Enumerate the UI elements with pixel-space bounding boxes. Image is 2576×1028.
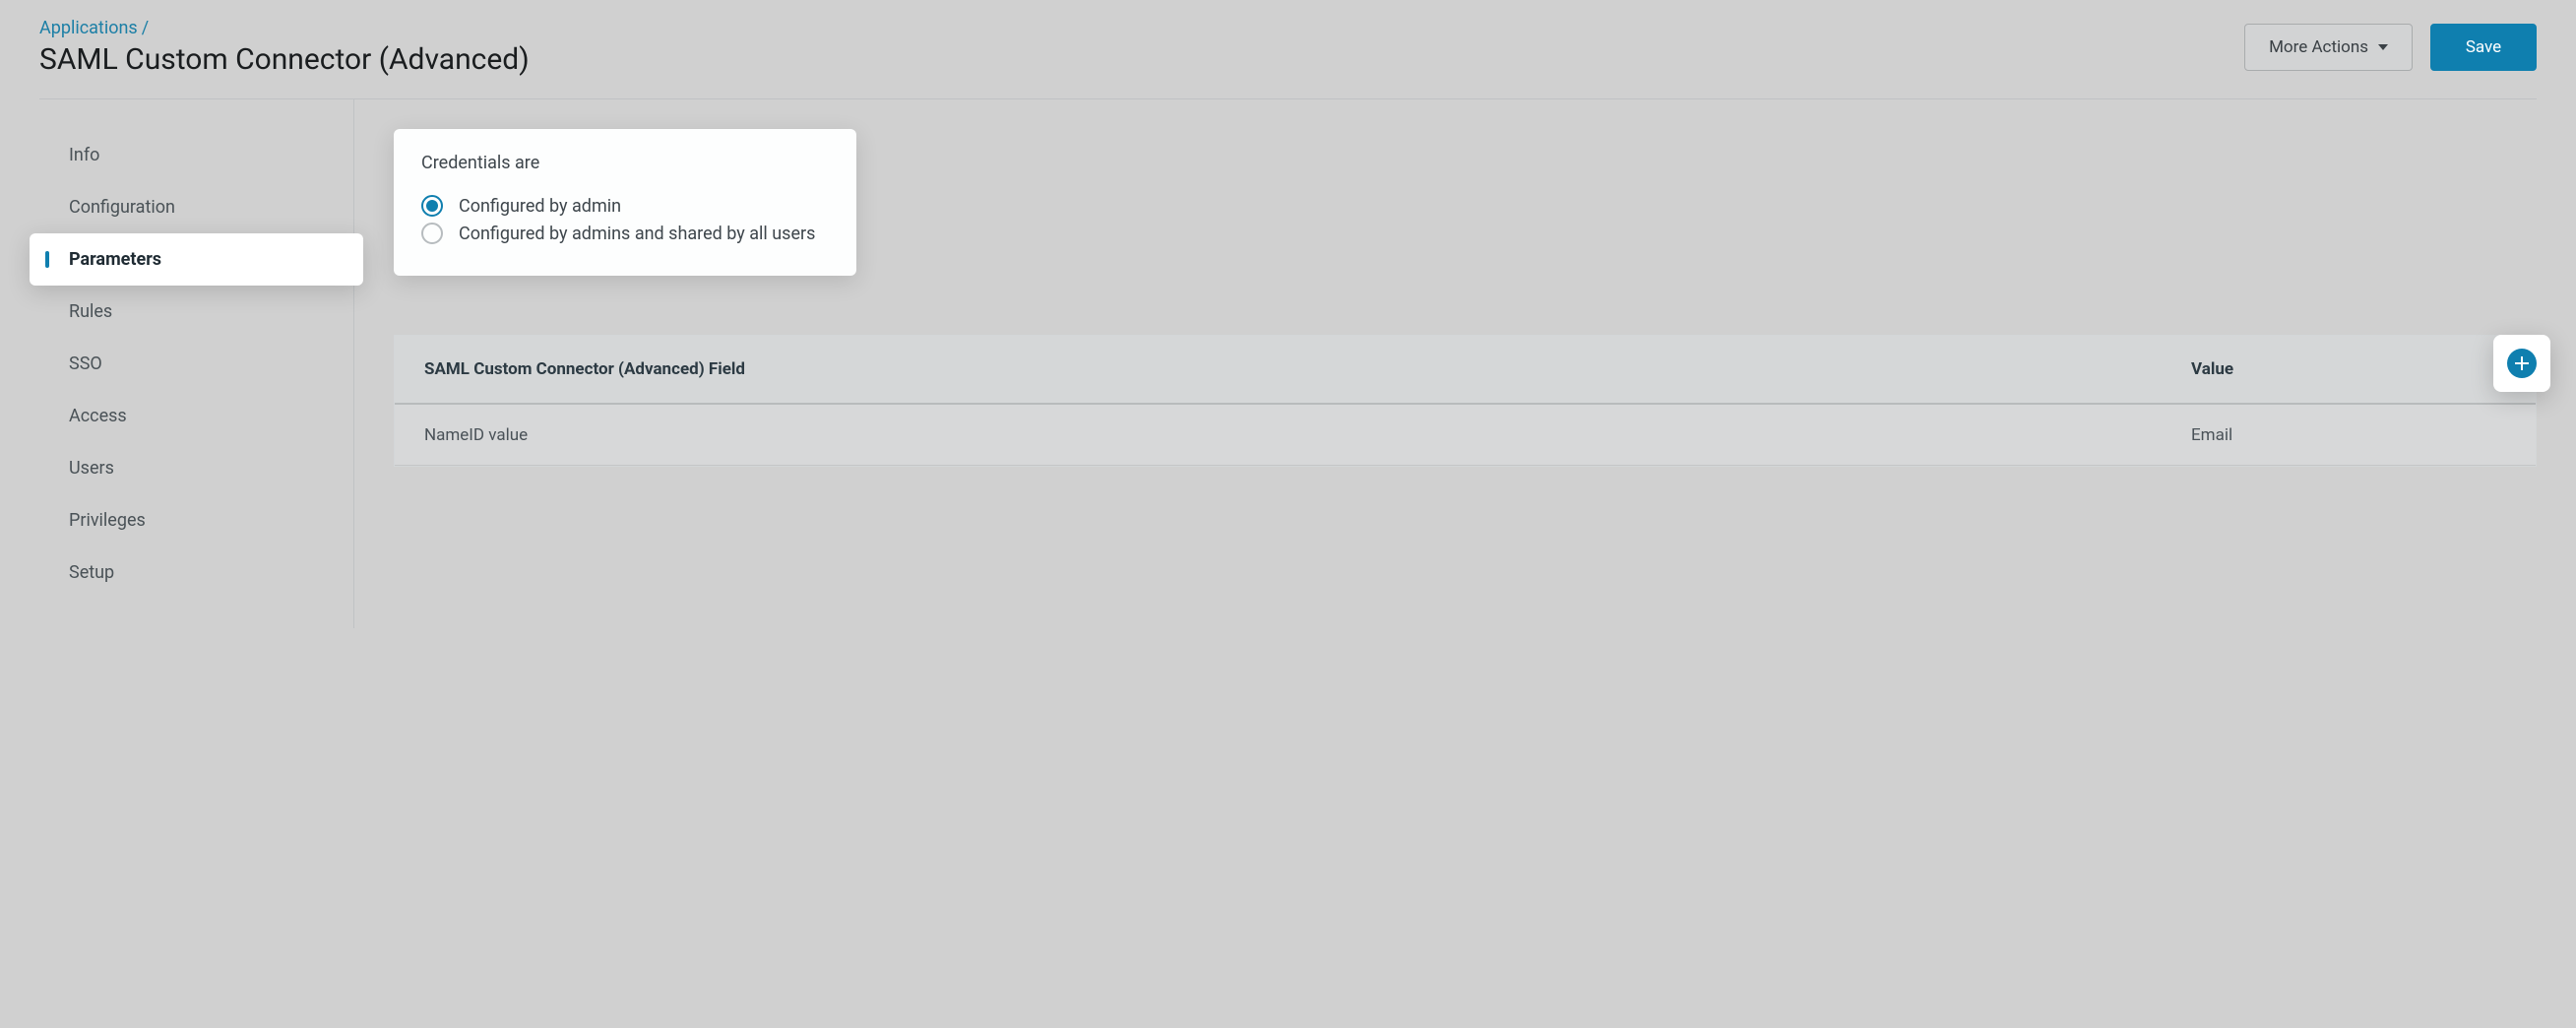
table-row[interactable]: NameID valueEmail <box>395 405 2536 466</box>
sidebar-item-label: Users <box>69 458 114 479</box>
radio-inner-dot <box>426 200 438 212</box>
radio-button[interactable] <box>421 223 443 244</box>
add-parameter-badge <box>2493 335 2550 392</box>
parameters-table: SAML Custom Connector (Advanced) Field V… <box>394 335 2537 467</box>
sidebar-item-label: Rules <box>69 301 112 322</box>
add-parameter-button[interactable] <box>2507 349 2537 378</box>
sidebar-item-label: SSO <box>69 353 102 374</box>
credentials-option-1[interactable]: Configured by admins and shared by all u… <box>421 223 829 244</box>
sidebar-item-label: Configuration <box>69 197 175 218</box>
sidebar-item-sso[interactable]: SSO <box>39 338 353 390</box>
save-label: Save <box>2466 37 2501 57</box>
radio-button[interactable] <box>421 195 443 217</box>
sidebar-item-configuration[interactable]: Configuration <box>39 181 353 233</box>
sidebar-item-parameters[interactable]: Parameters <box>30 233 363 286</box>
sidebar-item-rules[interactable]: Rules <box>39 286 353 338</box>
breadcrumb-parent[interactable]: Applications <box>39 18 138 38</box>
save-button[interactable]: Save <box>2430 24 2537 71</box>
col-header-field: SAML Custom Connector (Advanced) Field <box>424 359 2191 379</box>
table-header: SAML Custom Connector (Advanced) Field V… <box>395 336 2536 405</box>
sidebar-item-privileges[interactable]: Privileges <box>39 494 353 546</box>
cell-value: Email <box>2191 425 2467 445</box>
radio-label: Configured by admin <box>459 196 621 217</box>
parameters-table-wrap: SAML Custom Connector (Advanced) Field V… <box>394 335 2537 467</box>
chevron-down-icon <box>2378 44 2388 50</box>
sidebar-item-users[interactable]: Users <box>39 442 353 494</box>
page-title: SAML Custom Connector (Advanced) <box>39 42 530 77</box>
cell-field: NameID value <box>424 425 2191 445</box>
sidebar-item-label: Setup <box>69 562 114 583</box>
sidebar-item-label: Info <box>69 145 99 165</box>
credentials-card: Credentials are Configured by adminConfi… <box>394 129 856 276</box>
breadcrumb: Applications / <box>39 18 530 38</box>
sidebar-item-label: Parameters <box>69 249 161 270</box>
credentials-option-0[interactable]: Configured by admin <box>421 195 829 217</box>
sidebar-item-label: Access <box>69 406 127 426</box>
page-header: Applications / SAML Custom Connector (Ad… <box>39 0 2537 99</box>
radio-label: Configured by admins and shared by all u… <box>459 224 815 244</box>
credentials-radio-group: Configured by admin Configured by admins … <box>421 195 829 244</box>
main-content: Credentials are Configured by adminConfi… <box>354 99 2537 628</box>
sidebar-item-label: Privileges <box>69 510 146 531</box>
breadcrumb-separator: / <box>142 18 149 38</box>
credentials-title: Credentials are <box>421 153 829 173</box>
col-header-value: Value <box>2191 359 2467 379</box>
more-actions-label: More Actions <box>2269 37 2368 57</box>
sidebar: Info Configuration Parameters Rules SSO Acces… <box>39 99 354 628</box>
more-actions-button[interactable]: More Actions <box>2244 24 2413 71</box>
sidebar-item-setup[interactable]: Setup <box>39 546 353 599</box>
plus-icon <box>2515 356 2529 370</box>
sidebar-item-info[interactable]: Info <box>39 129 353 181</box>
sidebar-item-access[interactable]: Access <box>39 390 353 442</box>
